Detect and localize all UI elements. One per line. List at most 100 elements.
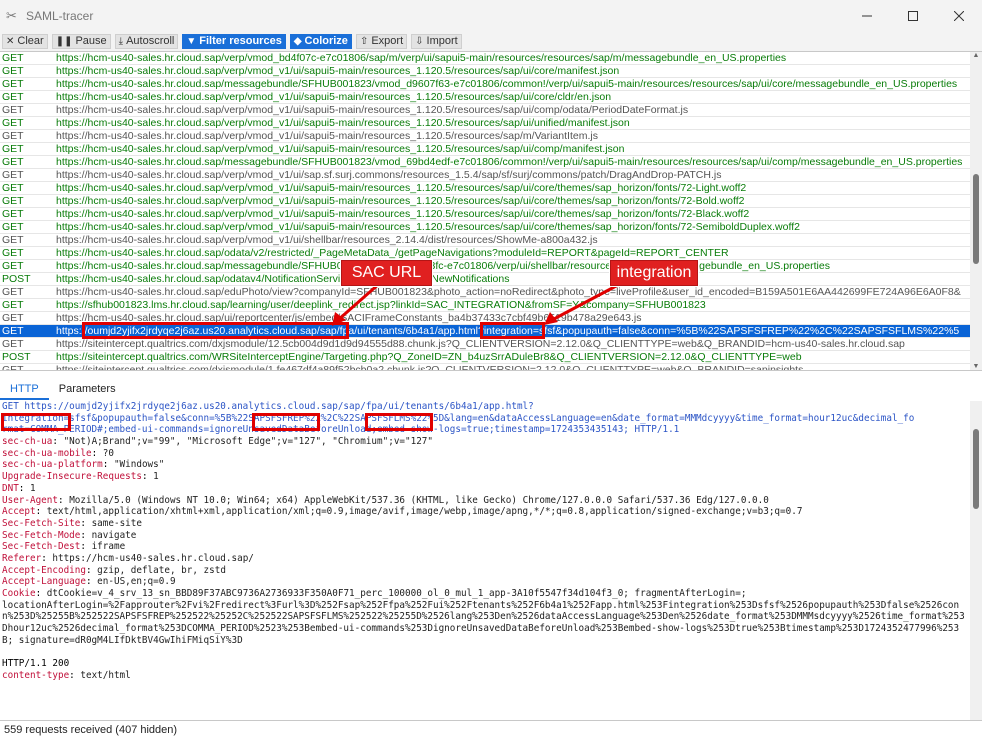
autoscroll-icon: ⤓ [118,35,124,47]
export-icon: ⇧ [359,35,369,47]
request-url: https://hcm-us40-sales.hr.cloud.sap/verp… [56,195,745,207]
header-line: User-Agent: Mozilla/5.0 (Windows NT 10.0… [2,494,769,506]
tab-http[interactable]: HTTP [0,378,49,400]
request-row[interactable]: GET https://hcm-us40-sales.hr.cloud.sap/m… [0,260,970,273]
request-method: GET [2,234,24,246]
request-row[interactable]: GET https://hcm-us40-sales.hr.cloud.sap/v… [0,65,970,78]
header-key: sec-ch-ua [2,436,53,448]
close-button[interactable] [936,0,982,31]
scrollbar-thumb[interactable] [973,174,979,264]
header-value: iframe [85,541,126,553]
request-method: GET [2,65,24,77]
header-line: sec-ch-ua-platform: "Windows" [2,459,165,471]
import-button[interactable]: ⇩ Import [411,33,462,49]
request-url: https://hcm-us40-sales.hr.cloud.sap/verp… [56,169,722,181]
saml-tracer-app-icon: ✂ [6,7,17,23]
header-value: gzip, deflate, br, zstd [91,564,226,576]
header-key: Sec-Fetch-Mode [2,529,81,541]
request-row[interactable]: GET https://hcm-us40-sales.hr.cloud.sap/v… [0,221,970,234]
request-row[interactable]: GET https://hcm-us40-sales.hr.cloud.sap/v… [0,117,970,130]
header-value: "Not)A;Brand";v="99", "Microsoft Edge";v… [57,436,433,448]
header-key: Accept [2,506,36,518]
close-icon [954,10,964,21]
header-line: Sec-Fetch-Site: same-site [2,517,142,529]
request-url: https://hcm-us40-sales.hr.cloud.sap/mess… [56,260,830,272]
request-method: GET [2,104,24,116]
request-headers: sec-ch-ua: "Not)A;Brand";v="99", "Micros… [2,436,970,588]
header-line: DNT: 1 [2,482,36,494]
request-row[interactable]: GET https://hcm-us40-sales.hr.cloud.sap/v… [0,195,970,208]
request-method: GET [2,117,24,129]
request-row[interactable]: GET https://hcm-us40-sales.hr.cloud.sap/m… [0,156,970,169]
request-row[interactable]: GET https://hcm-us40-sales.hr.cloud.sap/v… [0,130,970,143]
request-list-scrollbar[interactable]: ▲ ▼ [970,52,982,370]
pause-button[interactable]: ❚❚ Pause [51,33,111,49]
header-key: Accept-Encoding [2,564,86,576]
request-url: https://hcm-us40-sales.hr.cloud.sap/verp… [56,117,630,129]
request-row[interactable]: GET https://siteintercept.qualtrics.com/d… [0,338,970,351]
request-url: https://hcm-us40-sales.hr.cloud.sap/verp… [56,91,612,103]
request-method: GET [2,325,24,337]
sac-url-highlight-box [82,322,349,339]
request-row[interactable]: GET https://hcm-us40-sales.hr.cloud.sap/v… [0,91,970,104]
request-row[interactable]: GET https://hcm-us40-sales.hr.cloud.sap/v… [0,52,970,65]
import-icon: ⇩ [415,35,424,47]
minimize-button[interactable] [844,0,890,31]
request-method: GET [2,182,24,194]
request-row[interactable]: GET https://hcm-us40-sales.hr.cloud.sap/e… [0,286,970,299]
header-value: https://hcm-us40-sales.hr.cloud.sap/ [46,552,254,564]
request-row[interactable]: GET https://hcm-us40-sales.hr.cloud.sap/v… [0,104,970,117]
scroll-down-icon[interactable]: ▼ [970,363,982,370]
detail-tabs: HTTP Parameters [0,378,982,400]
request-method: GET [2,221,24,233]
request-row[interactable]: GET https://hcm-us40-sales.hr.cloud.sap/m… [0,78,970,91]
clear-button[interactable]: ✕ Clear [2,33,48,49]
colorize-button[interactable]: ◆ Colorize [289,33,352,49]
clear-icon: ✕ [6,35,15,47]
header-key: Referer [2,552,42,564]
header-value: navigate [85,529,137,541]
request-row[interactable]: GET https://hcm-us40-sales.hr.cloud.sap/v… [0,208,970,221]
maximize-icon [908,10,918,21]
request-row[interactable]: POST https://siteintercept.qualtrics.com/… [0,351,970,364]
detail-scrollbar-thumb[interactable] [973,429,979,509]
request-method: GET [2,156,24,168]
request-method: GET [2,247,24,259]
export-button[interactable]: ⇧ Export [355,33,408,49]
scroll-up-icon[interactable]: ▲ [970,52,982,59]
request-url: https://hcm-us40-sales.hr.cloud.sap/verp… [56,130,598,142]
request-method: GET [2,195,24,207]
header-line: Accept-Language: en-US,en;q=0.9 [2,576,176,588]
request-url: https://hcm-us40-sales.hr.cloud.sap/mess… [56,156,963,168]
header-key: Sec-Fetch-Site [2,517,81,529]
filter-resources-button[interactable]: ▼ Filter resources [182,33,286,49]
request-row[interactable]: GET https://sfhub001823.lms.hr.cloud.sap/… [0,299,970,312]
request-line-tail: rmat=COMMA_PERIOD#;embed-ui-commands=ign… [2,424,680,436]
request-row[interactable]: GET https://hcm-us40-sales.hr.cloud.sap/v… [0,182,970,195]
request-row[interactable]: POST https://hcm-us40-sales.hr.cloud.sap/… [0,273,970,286]
header-line: Sec-Fetch-Dest: iframe [2,541,126,553]
request-row[interactable]: GET https://hcm-us40-sales.hr.cloud.sap/v… [0,234,970,247]
pane-splitter[interactable] [0,370,982,378]
autoscroll-button[interactable]: ⤓ Autoscroll [114,33,179,49]
request-line-query: integration=sfsf&popupauth=false&conn=%5… [2,412,915,424]
header-value: en-US,en;q=0.9 [91,576,176,588]
request-row[interactable]: GET https://hcm-us40-sales.hr.cloud.sap/v… [0,169,970,182]
header-line: Accept: text/html,application/xhtml+xml,… [2,506,803,518]
header-key: sec-ch-ua-mobile [2,447,92,459]
request-url: https://hcm-us40-sales.hr.cloud.sap/verp… [56,104,689,116]
tab-parameters[interactable]: Parameters [49,378,126,400]
header-cookie: Cookie: dtCookie=v_4_srv_13_sn_BBD89F37A… [2,588,965,646]
header-key: Upgrade-Insecure-Requests [2,471,142,483]
header-key: DNT [2,482,19,494]
detail-scrollbar[interactable] [970,401,982,720]
request-row[interactable]: GET https://hcm-us40-sales.hr.cloud.sap/o… [0,247,970,260]
request-url: https://hcm-us40-sales.hr.cloud.sap/eduP… [56,286,961,298]
header-line: Referer: https://hcm-us40-sales.hr.cloud… [2,552,254,564]
status-bar: 559 requests received (407 hidden) [0,720,982,740]
header-line: Accept-Encoding: gzip, deflate, br, zstd [2,564,226,576]
request-row[interactable]: GET https://hcm-us40-sales.hr.cloud.sap/v… [0,143,970,156]
maximize-button[interactable] [890,0,936,31]
request-url: https://hcm-us40-sales.hr.cloud.sap/verp… [56,65,620,77]
